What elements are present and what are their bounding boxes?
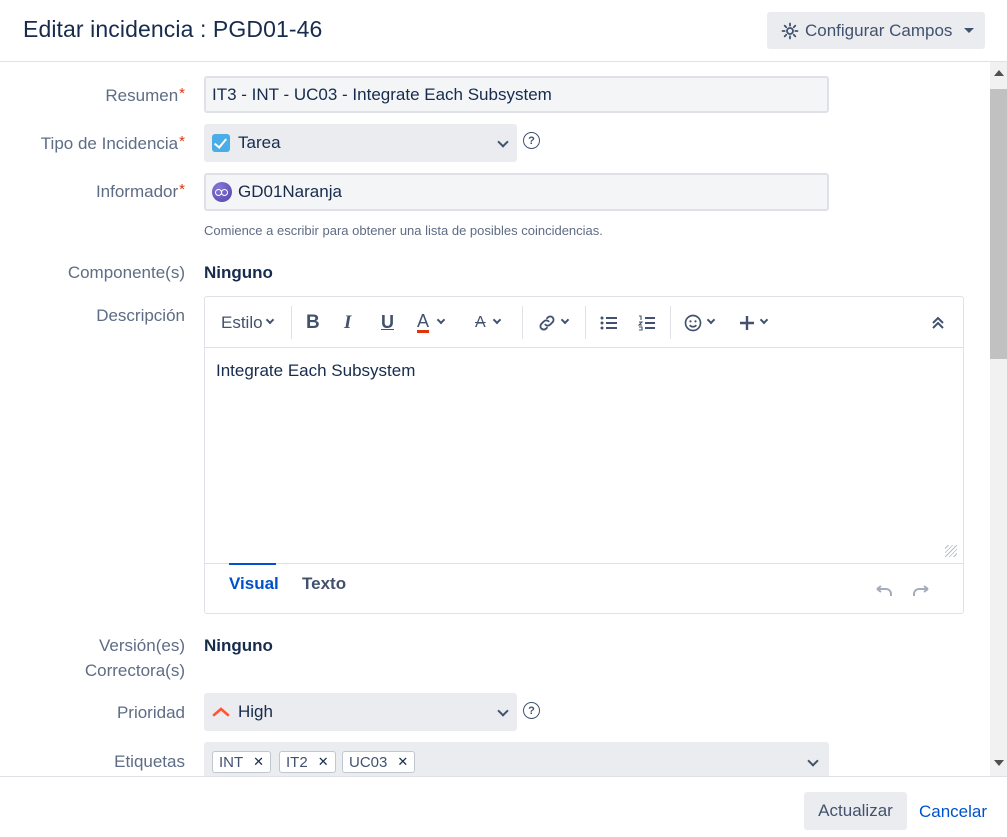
- underline-icon[interactable]: U: [381, 297, 394, 348]
- text-formatting-icon: A: [475, 313, 486, 331]
- dialog-header: Editar incidencia : PGD01-46 Configurar …: [0, 0, 1007, 62]
- reporter-hint: Comience a escribir para obtener una lis…: [204, 223, 603, 238]
- update-button[interactable]: Actualizar: [804, 792, 907, 830]
- task-type-icon: [212, 134, 230, 152]
- priority-select[interactable]: High: [204, 693, 517, 731]
- summary-input[interactable]: IT3 - INT - UC03 - Integrate Each Subsys…: [204, 76, 829, 113]
- issue-type-value: Tarea: [238, 133, 281, 152]
- italic-icon[interactable]: I: [344, 297, 351, 348]
- chevron-down-icon: [759, 315, 769, 324]
- toolbar-divider: [670, 306, 671, 339]
- more-formatting-button[interactable]: A: [475, 297, 501, 348]
- components-label: Componente(s): [67, 263, 185, 282]
- toolbar-divider: [585, 306, 586, 339]
- priority-high-icon: [212, 707, 230, 717]
- chevron-down-icon: [497, 136, 509, 148]
- text-color-button[interactable]: A: [417, 297, 446, 348]
- chevron-down-icon: [492, 315, 501, 324]
- chevron-down-icon: [265, 315, 274, 324]
- chevron-down-icon: [497, 705, 509, 717]
- reporter-value: GD01Naranja: [238, 182, 342, 201]
- dialog-footer: Actualizar Cancelar: [0, 776, 1007, 837]
- tab-visual[interactable]: Visual: [229, 563, 279, 594]
- description-label: Descripción: [96, 306, 185, 325]
- configure-fields-label: Configurar Campos: [805, 20, 953, 40]
- remove-tag-icon[interactable]: ✕: [318, 754, 329, 770]
- text-color-icon: A: [417, 311, 430, 333]
- scrollbar[interactable]: [990, 62, 1007, 776]
- chevron-down-icon: [706, 315, 716, 324]
- labels-label: Etiquetas: [114, 752, 185, 771]
- fix-versions-label-line2: Correctora(s): [84, 661, 185, 680]
- bullet-list-icon[interactable]: [600, 297, 618, 348]
- emoji-icon: [684, 314, 702, 331]
- text-style-label: Estilo: [221, 312, 263, 332]
- scroll-thumb[interactable]: [990, 89, 1007, 359]
- editor-toolbar: Estilo B I U A A: [205, 297, 963, 348]
- description-text[interactable]: Integrate Each Subsystem: [216, 361, 415, 381]
- tab-text[interactable]: Texto: [302, 574, 346, 594]
- undo-icon[interactable]: [875, 582, 893, 602]
- gear-icon: [781, 22, 799, 39]
- link-icon: [539, 315, 555, 330]
- tag-text: INT: [219, 753, 244, 771]
- tag-text: UC03: [349, 753, 388, 771]
- fix-versions-value[interactable]: Ninguno: [204, 636, 273, 656]
- insert-button[interactable]: [738, 297, 769, 348]
- toolbar-divider: [522, 306, 523, 339]
- chevron-down-icon[interactable]: [807, 755, 819, 767]
- link-button[interactable]: [537, 297, 570, 348]
- emoji-button[interactable]: [683, 297, 716, 348]
- collapse-toolbar-icon[interactable]: [931, 297, 945, 348]
- resize-handle[interactable]: [945, 545, 957, 557]
- avatar-icon: [212, 182, 232, 202]
- bold-icon[interactable]: B: [306, 297, 320, 348]
- plus-icon: [740, 315, 754, 330]
- label-tag: IT2 ✕: [279, 751, 336, 773]
- help-icon[interactable]: ?: [523, 132, 540, 149]
- components-value[interactable]: Ninguno: [204, 263, 273, 283]
- configure-fields-button[interactable]: Configurar Campos: [767, 12, 985, 49]
- redo-icon[interactable]: [912, 582, 930, 602]
- priority-value: High: [238, 702, 273, 721]
- remove-tag-icon[interactable]: ✕: [253, 754, 264, 770]
- text-style-dropdown[interactable]: Estilo: [221, 297, 274, 348]
- label-tag: UC03 ✕: [342, 751, 416, 773]
- scroll-down-arrow-icon[interactable]: [994, 760, 1004, 766]
- chevron-down-icon: [436, 315, 446, 324]
- description-editor[interactable]: Estilo B I U A A Integrate Each Subsyste…: [204, 296, 964, 614]
- toolbar-divider: [291, 306, 292, 339]
- cancel-link[interactable]: Cancelar: [919, 802, 987, 822]
- form-content: Resumen* IT3 - INT - UC03 - Integrate Ea…: [0, 62, 990, 776]
- summary-label: Resumen*: [105, 85, 185, 105]
- issue-type-select[interactable]: Tarea: [204, 124, 517, 162]
- labels-input[interactable]: INT ✕ IT2 ✕ UC03 ✕: [204, 742, 829, 776]
- label-tag: INT ✕: [212, 751, 272, 773]
- caret-down-icon: [964, 28, 975, 33]
- priority-label: Prioridad: [116, 703, 185, 722]
- issue-type-label: Tipo de Incidencia*: [40, 133, 185, 153]
- numbered-list-icon[interactable]: [638, 297, 656, 348]
- scroll-up-arrow-icon[interactable]: [994, 70, 1004, 76]
- chevron-down-icon: [560, 315, 570, 324]
- tag-text: IT2: [286, 753, 308, 771]
- reporter-label: Informador*: [95, 181, 185, 201]
- fix-versions-label: Versión(es): [99, 636, 185, 655]
- reporter-input[interactable]: GD01Naranja: [204, 173, 829, 211]
- editor-mode-tabs: Visual Texto: [205, 563, 963, 613]
- remove-tag-icon[interactable]: ✕: [397, 754, 408, 770]
- help-icon[interactable]: ?: [523, 702, 540, 719]
- dialog-title: Editar incidencia : PGD01-46: [23, 16, 323, 42]
